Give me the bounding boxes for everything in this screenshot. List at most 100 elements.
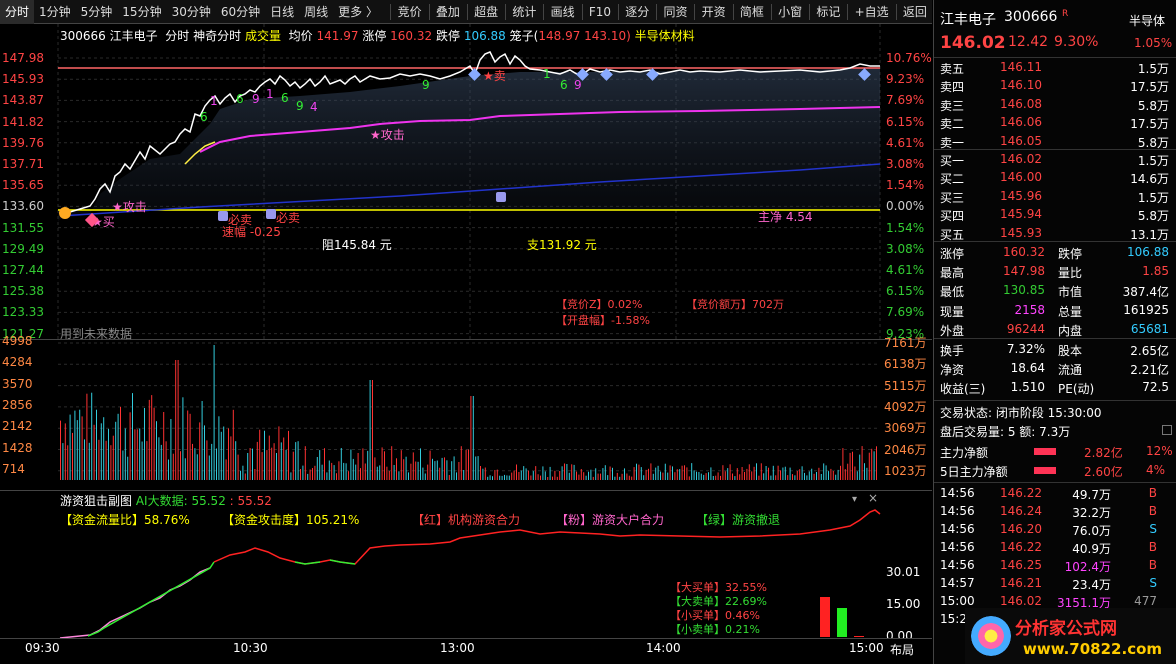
volume-bar (312, 468, 313, 480)
volume-bar (237, 454, 239, 480)
volume-bar (787, 475, 789, 480)
book-row[interactable]: 买二 146.00 14.6万 (934, 169, 1176, 187)
volume-bar (508, 475, 510, 480)
book-row[interactable]: 卖五 146.11 1.5万 (934, 59, 1176, 77)
volume-bar (139, 428, 141, 480)
volume-bar (590, 469, 592, 480)
book-volume: 17.5万 (1130, 117, 1169, 132)
volume-bar (175, 360, 177, 480)
amount-tick: 7161万 (884, 336, 927, 350)
tool-button-0[interactable]: 竞价 (393, 0, 427, 24)
volume-bar (854, 466, 856, 480)
wave-digit: 9 (574, 78, 582, 92)
volume-bar (657, 465, 659, 480)
tab-3[interactable]: 15分钟 (117, 0, 166, 24)
tool-button-11[interactable]: 标记 (811, 0, 845, 24)
volume-bar (283, 437, 285, 480)
stat-key: 最高 (940, 266, 965, 281)
volume-chart-svg[interactable] (0, 340, 932, 488)
volume-bar (72, 432, 73, 480)
stat-row: 最高 147.98 量比 1.85 (934, 263, 1176, 281)
volume-bar (832, 471, 834, 480)
volume-bar (244, 473, 246, 480)
book-row[interactable]: 卖三 146.08 5.8万 (934, 96, 1176, 114)
tab-1[interactable]: 1分钟 (34, 0, 76, 24)
tab-0[interactable]: 分时 (0, 0, 35, 24)
tool-button-2[interactable]: 超盘 (469, 0, 503, 24)
book-row[interactable]: 卖二 146.06 17.5万 (934, 114, 1176, 132)
volume-bar (777, 465, 779, 480)
volume-bar (741, 467, 743, 480)
volume-bar (369, 380, 371, 480)
tab-5[interactable]: 60分钟 (216, 0, 265, 24)
tab-8[interactable]: 更多 〉 (333, 0, 383, 24)
tool-button-13[interactable]: 返回 (898, 0, 932, 24)
volume-bar (484, 467, 486, 480)
book-label: 买四 (940, 209, 965, 224)
volume-bar (446, 460, 448, 480)
volume-bar (326, 472, 328, 480)
tool-button-7[interactable]: 同资 (658, 0, 692, 24)
tick-volume: 40.9万 (1072, 542, 1111, 556)
book-row[interactable]: 买一 146.02 1.5万 (934, 151, 1176, 169)
cup-marker-icon (218, 211, 228, 221)
volume-bar (799, 469, 801, 480)
volume-bar (501, 475, 503, 480)
tool-button-10[interactable]: 小窗 (773, 0, 807, 24)
volume-bar (228, 428, 229, 480)
book-row[interactable]: 买五 145.93 13.1万 (934, 225, 1176, 243)
book-label: 买三 (940, 190, 965, 205)
tick-time: 14:56 (940, 486, 975, 500)
tab-4[interactable]: 30分钟 (167, 0, 216, 24)
volume-bar (648, 468, 649, 480)
volume-bar (403, 459, 405, 480)
volume-bar (672, 466, 673, 480)
book-price: 146.08 (1000, 96, 1042, 111)
tab-6[interactable]: 日线 (265, 0, 299, 24)
volume-bar (93, 424, 95, 480)
volume-bar (225, 459, 227, 480)
tool-button-5[interactable]: F10 (584, 0, 616, 24)
volume-bar (751, 471, 753, 480)
tick-price: 146.24 (1000, 504, 1042, 518)
volume-bar (732, 473, 733, 480)
volume-bar (633, 467, 635, 480)
tool-button-12[interactable]: +自选 (850, 0, 894, 24)
stock-code: 300666 (60, 29, 106, 43)
tool-button-9[interactable]: 简框 (735, 0, 769, 24)
wave-digit: 1 (543, 67, 551, 81)
tab-7[interactable]: 周线 (299, 0, 333, 24)
layout-button[interactable]: 布局 (890, 641, 914, 658)
tool-button-4[interactable]: 画线 (546, 0, 580, 24)
stat-key: 股本 (1058, 344, 1083, 358)
volume-bar (146, 441, 148, 480)
book-row[interactable]: 卖一 146.05 5.8万 (934, 133, 1176, 151)
volume-bar (448, 475, 450, 480)
volume-bar (415, 461, 417, 480)
volume-bar (614, 476, 616, 480)
sub-axis-2: 15.00 (886, 597, 921, 611)
volume-bar (588, 471, 589, 480)
volume-bar (84, 439, 85, 480)
tool-button-6[interactable]: 逐分 (620, 0, 654, 24)
info-icon[interactable] (1162, 425, 1172, 435)
main-net-bar (1034, 448, 1056, 455)
stat-row: 收益(三) 1.510 PE(动) 72.5 (934, 379, 1176, 397)
volume-bar (417, 461, 419, 480)
volume-bar (619, 476, 621, 480)
volume-bar (398, 471, 400, 480)
volume-bar (494, 470, 496, 480)
book-row[interactable]: 卖四 146.10 17.5万 (934, 77, 1176, 95)
tool-button-1[interactable]: 叠加 (431, 0, 465, 24)
volume-bar (160, 444, 162, 480)
tool-button-8[interactable]: 开资 (697, 0, 731, 24)
volume-bar (360, 468, 361, 480)
tick-row: 14:56 146.25 102.4万 B (934, 557, 1176, 575)
tab-2[interactable]: 5分钟 (76, 0, 118, 24)
volume-bar (324, 448, 325, 480)
book-row[interactable]: 买四 145.94 5.8万 (934, 206, 1176, 224)
volume-bar (297, 441, 299, 480)
volume-tick: 4284 (2, 355, 33, 370)
book-row[interactable]: 买三 145.96 1.5万 (934, 188, 1176, 206)
tool-button-3[interactable]: 统计 (507, 0, 541, 24)
